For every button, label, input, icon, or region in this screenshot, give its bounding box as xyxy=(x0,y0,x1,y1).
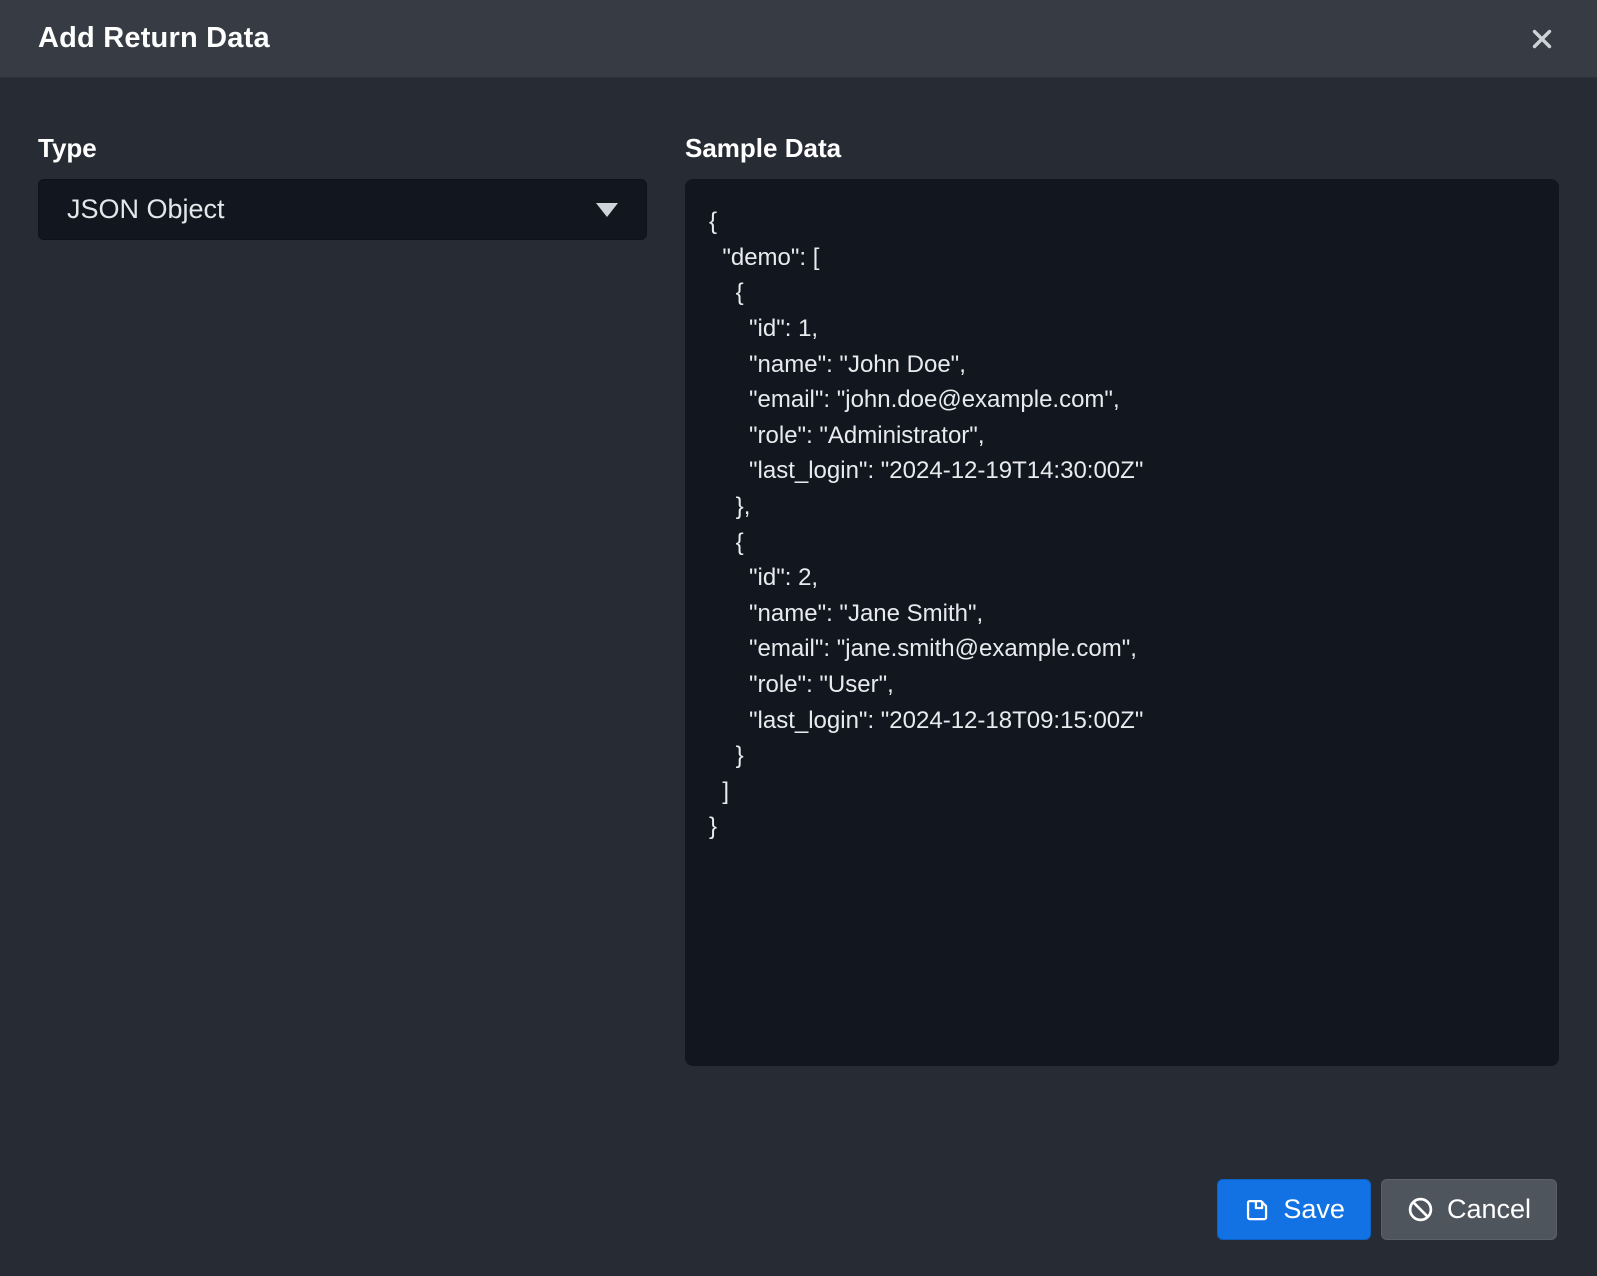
modal-footer: Save Cancel xyxy=(0,1179,1597,1240)
type-section: Type JSON Object xyxy=(38,133,647,1066)
cancel-button-label: Cancel xyxy=(1447,1194,1531,1225)
ban-icon xyxy=(1407,1196,1434,1223)
type-select[interactable]: JSON Object xyxy=(38,179,647,240)
save-icon xyxy=(1243,1196,1270,1223)
chevron-down-icon xyxy=(596,203,618,217)
sample-data-label: Sample Data xyxy=(685,133,1559,164)
save-button[interactable]: Save xyxy=(1217,1179,1371,1240)
cancel-button[interactable]: Cancel xyxy=(1381,1179,1557,1240)
modal-header: Add Return Data xyxy=(0,0,1597,78)
add-return-data-modal: Add Return Data Type JSON Object Sample … xyxy=(0,0,1597,1276)
close-button[interactable] xyxy=(1525,22,1559,56)
modal-title: Add Return Data xyxy=(38,22,270,55)
sample-data-section: Sample Data { "demo": [ { "id": 1, "name… xyxy=(685,133,1559,1066)
type-select-value: JSON Object xyxy=(67,194,225,225)
modal-body: Type JSON Object Sample Data { "demo": [… xyxy=(0,78,1597,1066)
type-label: Type xyxy=(38,133,647,164)
save-button-label: Save xyxy=(1283,1194,1345,1225)
close-icon xyxy=(1530,27,1554,51)
sample-data-input[interactable]: { "demo": [ { "id": 1, "name": "John Doe… xyxy=(685,179,1559,1066)
